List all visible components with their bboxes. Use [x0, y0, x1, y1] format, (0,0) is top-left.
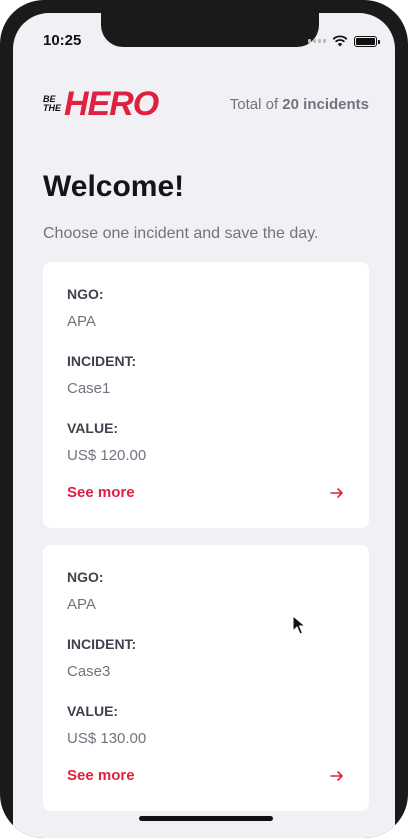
notch [101, 13, 319, 47]
total-count: 20 incidents [282, 95, 369, 113]
ngo-value: APA [67, 596, 96, 613]
header: BE THE HERO Total of 20 incidents [43, 83, 369, 125]
battery-icon [354, 35, 380, 47]
signal-icon [308, 39, 326, 43]
wifi-icon [332, 35, 348, 47]
status-time: 10:25 [43, 32, 82, 49]
see-more-label: See more [67, 484, 135, 501]
value-amount: US$ 120.00 [67, 447, 147, 464]
status-icons [308, 35, 380, 47]
see-more-button[interactable]: See more [67, 484, 345, 501]
phone-frame: 10:25 BE THE HERO Total of 20 incidents [0, 0, 408, 838]
app-screen: 10:25 BE THE HERO Total of 20 incidents [13, 13, 395, 838]
see-more-label: See more [67, 767, 135, 784]
arrow-right-icon [330, 487, 343, 498]
cursor-icon [292, 615, 306, 635]
home-indicator[interactable] [139, 816, 273, 821]
incident-label: INCIDENT: [67, 636, 137, 652]
ngo-label: NGO: [67, 569, 104, 585]
value-label: VALUE: [67, 420, 119, 436]
ngo-value: APA [67, 313, 96, 330]
incident-card: NGO: APA INCIDENT: Case3 VALUE: US$ 130.… [43, 545, 369, 811]
arrow-right-icon [330, 770, 343, 781]
incident-value: Case1 [67, 380, 111, 397]
value-amount: US$ 130.00 [67, 730, 147, 747]
ngo-label: NGO: [67, 286, 104, 302]
value-label: VALUE: [67, 703, 119, 719]
total-prefix: Total of [229, 95, 279, 113]
incident-label: INCIDENT: [67, 353, 137, 369]
see-more-button[interactable]: See more [67, 767, 345, 784]
incident-total: Total of 20 incidents [230, 96, 369, 113]
incident-value: Case3 [67, 663, 111, 680]
be-the-hero-logo: BE THE HERO [43, 85, 159, 123]
page-title: Welcome! [43, 170, 185, 203]
incident-card: NGO: APA INCIDENT: Case1 VALUE: US$ 120.… [43, 262, 369, 528]
page-subtitle: Choose one incident and save the day. [43, 225, 319, 242]
